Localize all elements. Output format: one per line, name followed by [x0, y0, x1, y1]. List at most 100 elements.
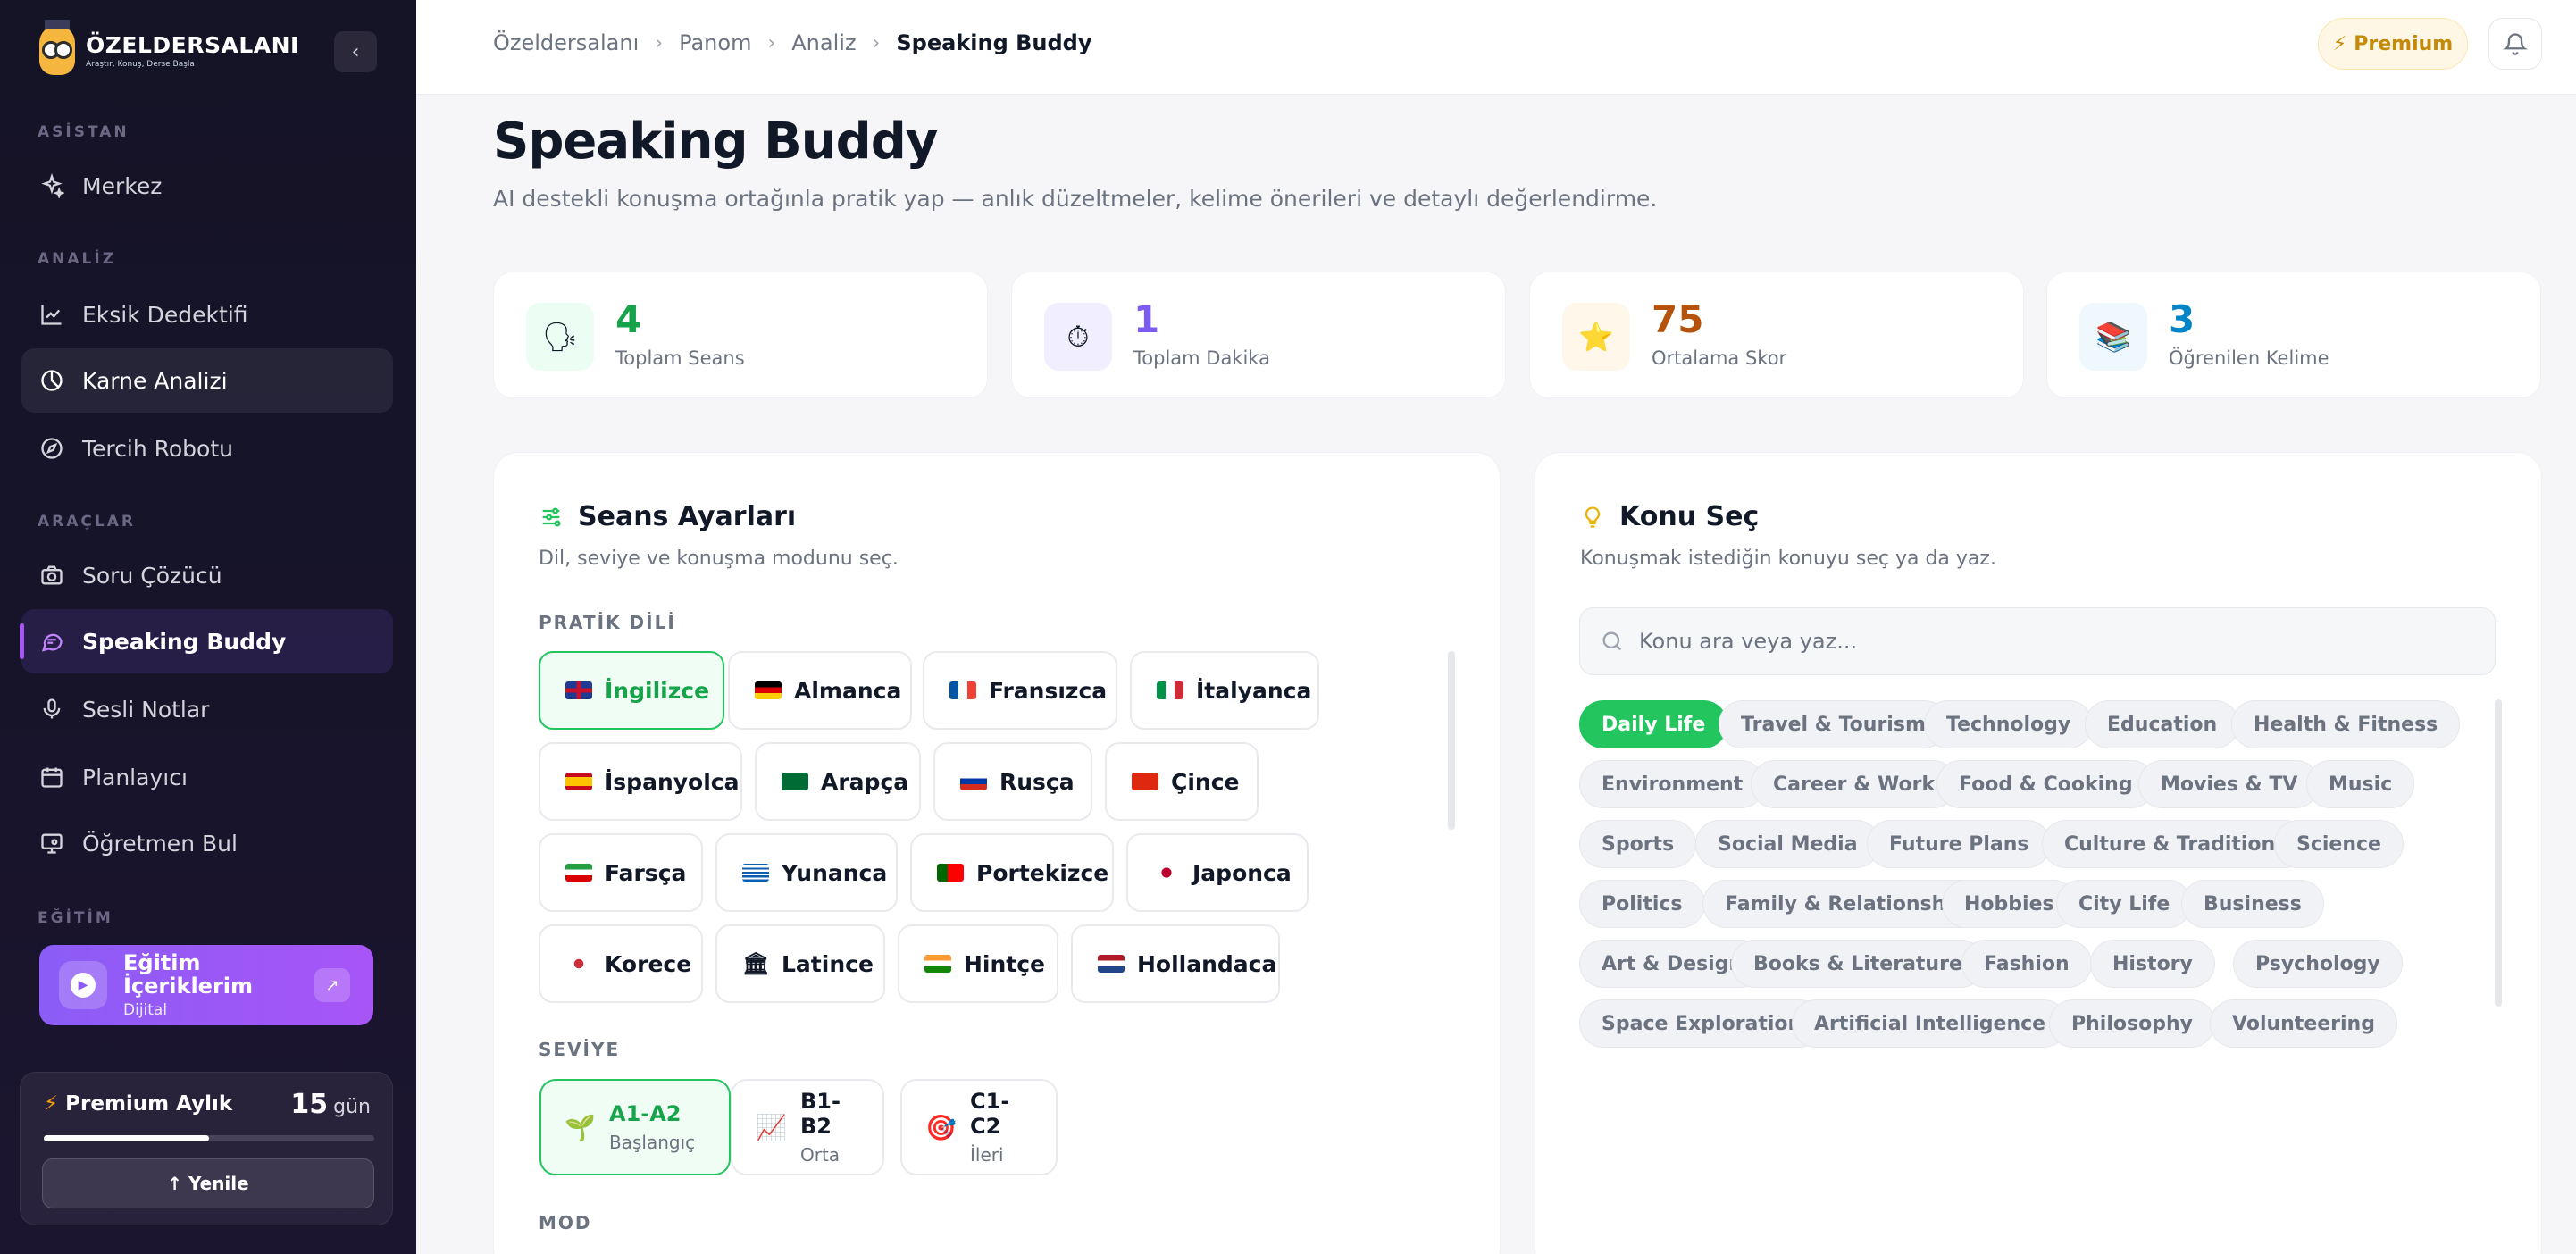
sidebar: ÖZELDERSALANI Araştır, Konuş, Derse Başl… [0, 0, 416, 1254]
language-option[interactable]: Çince [1105, 742, 1259, 821]
renew-button[interactable]: ↑ Yenile [42, 1158, 374, 1208]
topic-chip[interactable]: Food & Cooking [1936, 760, 2155, 808]
topic-chip[interactable]: Travel & Tourism [1719, 700, 1948, 748]
language-option-label: Latince [782, 950, 874, 977]
topic-chip[interactable]: Technology [1924, 700, 2094, 748]
calendar-icon [39, 765, 64, 790]
topic-chip[interactable]: Culture & Traditions [2042, 820, 2310, 868]
topic-chip[interactable]: Social Media [1695, 820, 1880, 868]
notifications-button[interactable] [2488, 18, 2542, 70]
topic-chip[interactable]: Future Plans [1867, 820, 2052, 868]
stat-label: Toplam Seans [615, 347, 745, 369]
topic-chip[interactable]: Health & Fitness [2231, 700, 2461, 748]
topics-scrollbar[interactable] [2495, 699, 2502, 1007]
language-option[interactable]: Farsça [539, 833, 703, 912]
sidebar-item-sesli-notlar[interactable]: Sesli Notlar [21, 677, 393, 741]
topic-chip[interactable]: Books & Literature [1731, 940, 1985, 988]
breadcrumb-item[interactable]: Analiz [791, 30, 856, 55]
language-option[interactable]: Rusça [933, 742, 1092, 821]
topic-chip[interactable]: Business [2181, 880, 2324, 928]
chart-up-icon: 📈 [756, 1112, 787, 1142]
sidebar-item-eksik-dedektifi[interactable]: Eksik Dedektifi [21, 282, 393, 347]
topic-chip[interactable]: Space Exploration [1579, 999, 1825, 1048]
flag-icon [565, 773, 592, 790]
stat-value: 75 [1652, 297, 1704, 341]
topic-chip[interactable]: City Life [2056, 880, 2193, 928]
topic-chip[interactable]: Career & Work [1751, 760, 1958, 808]
search-icon [1602, 631, 1622, 651]
language-option[interactable]: İngilizce [539, 651, 724, 730]
premium-days-left: 15 gün [290, 1089, 371, 1120]
topic-chip[interactable]: Volunteering [2210, 999, 2397, 1048]
stat-value: 3 [2169, 297, 2195, 341]
language-option[interactable]: Portekizce [910, 833, 1114, 912]
topic-chip[interactable]: Daily Life [1579, 700, 1728, 748]
chevron-right-icon: › [655, 31, 664, 54]
level-option[interactable]: 🎯 C1-C2 İleri [900, 1079, 1058, 1175]
monitor-user-icon [39, 831, 64, 856]
breadcrumb-item[interactable]: Panom [679, 30, 751, 55]
sidebar-item-merkez[interactable]: Merkez [21, 154, 393, 218]
topic-chip[interactable]: Psychology [2233, 940, 2403, 988]
language-scrollbar[interactable] [1448, 651, 1455, 830]
topic-chip[interactable]: Sports [1579, 820, 1697, 868]
edu-content-card[interactable]: ▶ Eğitim İçeriklerim Dijital ↗ [39, 945, 373, 1025]
sidebar-item-planlayici[interactable]: Planlayıcı [21, 745, 393, 809]
section-label-egitim: EĞİTİM [38, 909, 113, 927]
language-option[interactable]: 🏛 Latince [715, 924, 885, 1003]
sidebar-item-tercih-robotu[interactable]: Tercih Robotu [21, 416, 393, 481]
external-link-icon[interactable]: ↗ [314, 968, 350, 1002]
language-option-label: Almanca [794, 677, 902, 704]
language-option[interactable]: Fransızca [923, 651, 1117, 730]
chevron-left-icon: ‹ [351, 40, 360, 63]
language-option[interactable]: Yunanca [715, 833, 898, 912]
language-option[interactable]: Arapça [755, 742, 921, 821]
columns-icon: 🏛 [742, 951, 770, 976]
bell-icon [2503, 33, 2528, 55]
topic-chip[interactable]: Science [2274, 820, 2404, 868]
topic-chip[interactable]: Movies & TV [2138, 760, 2321, 808]
topic-chip[interactable]: Music [2306, 760, 2415, 808]
topic-chip[interactable]: Education [2085, 700, 2240, 748]
language-option[interactable]: İspanyolca [539, 742, 742, 821]
language-label: PRATİK DİLİ [539, 612, 676, 633]
flag-icon [1132, 773, 1158, 790]
sidebar-collapse-button[interactable]: ‹ [334, 31, 377, 72]
sidebar-item-soru-cozucu[interactable]: Soru Çözücü [21, 543, 393, 607]
sidebar-item-karne-analizi[interactable]: Karne Analizi [21, 348, 393, 413]
topic-search[interactable] [1579, 607, 2496, 675]
section-label-analiz: ANALİZ [38, 250, 117, 268]
language-option-label: İngilizce [605, 677, 710, 704]
language-option[interactable]: Hollandaca [1071, 924, 1280, 1003]
language-option[interactable]: Korece [539, 924, 703, 1003]
level-option[interactable]: 🌱 A1-A2 Başlangıç [539, 1079, 731, 1175]
topic-chip[interactable]: Artificial Intelligence [1792, 999, 2069, 1048]
sidebar-item-label: Karne Analizi [82, 367, 228, 394]
sidebar-item-label: Merkez [82, 172, 163, 199]
flag-icon [1098, 955, 1125, 973]
language-option[interactable]: Almanca [728, 651, 912, 730]
topic-chip[interactable]: Politics [1579, 880, 1705, 928]
topic-search-input[interactable] [1639, 629, 2443, 654]
breadcrumb-item[interactable]: Özeldersalanı [493, 30, 639, 55]
language-option[interactable]: İtalyanca [1130, 651, 1319, 730]
level-option[interactable]: 📈 B1-B2 Orta [731, 1079, 884, 1175]
stat-label: Öğrenilen Kelime [2169, 347, 2329, 369]
sidebar-item-ogretmen-bul[interactable]: Öğretmen Bul [21, 811, 393, 875]
language-option-label: Hintçe [964, 950, 1046, 977]
brand-logo[interactable]: ÖZELDERSALANI Araştır, Konuş, Derse Başl… [39, 20, 299, 75]
topic-chip[interactable]: History [2090, 940, 2215, 988]
section-label-asistan: ASİSTAN [38, 123, 130, 141]
language-option[interactable]: Japonca [1126, 833, 1309, 912]
section-label-araclar: ARAÇLAR [38, 513, 136, 531]
topic-chip[interactable]: Environment [1579, 760, 1766, 808]
language-option[interactable]: Hintçe [898, 924, 1058, 1003]
compass-icon [39, 436, 64, 461]
topic-chip[interactable]: Fashion [1961, 940, 2092, 988]
language-option-label: Korece [605, 950, 692, 977]
premium-button[interactable]: ⚡ Premium [2318, 18, 2468, 70]
sidebar-item-label: Sesli Notlar [82, 696, 210, 723]
level-desc: Başlangıç [609, 1132, 696, 1153]
sidebar-item-speaking-buddy[interactable]: Speaking Buddy [20, 609, 393, 673]
topic-chip[interactable]: Philosophy [2049, 999, 2215, 1048]
